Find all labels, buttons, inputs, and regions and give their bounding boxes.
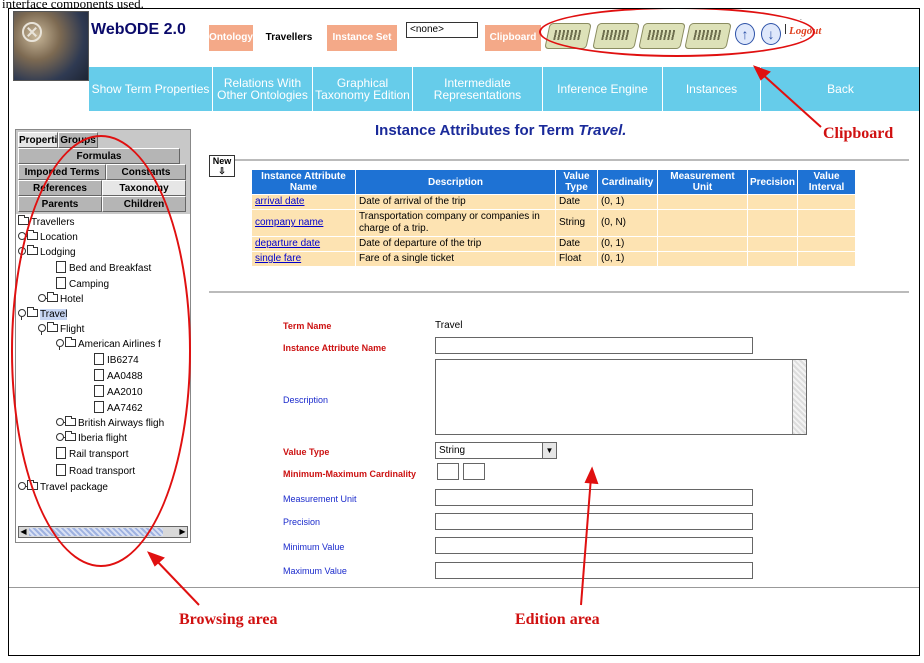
browsing-arrowhead — [146, 551, 165, 567]
edition-arrowhead — [584, 466, 599, 485]
clipboard-annotation: Clipboard — [823, 125, 894, 142]
webode-window: WebODE 2.0 Ontology Travellers Instance … — [8, 8, 920, 656]
browsing-area-annotation: Browsing area — [179, 611, 278, 628]
annotation-arrows — [146, 65, 822, 606]
figure-caption: interface components used. — [2, 0, 144, 8]
edition-area-annotation: Edition area — [515, 611, 600, 628]
clipboard-arrow — [760, 72, 822, 128]
edition-arrow — [580, 476, 592, 606]
browsing-arrow — [154, 558, 200, 606]
